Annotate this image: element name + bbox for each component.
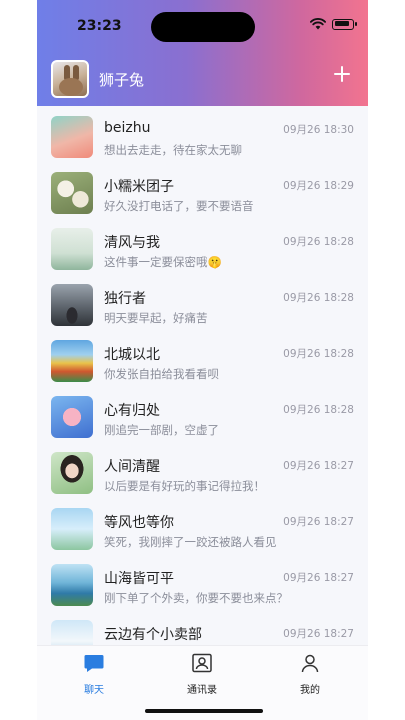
contact-name: 人间清醒	[104, 459, 160, 475]
chat-item[interactable]: 小糯米团子 09月26 18:29 好久没打电话了，要不要语音	[37, 164, 368, 220]
message-time: 09月26 18:28	[283, 236, 354, 248]
contact-name: 清风与我	[104, 235, 160, 251]
contact-avatar	[51, 564, 93, 606]
chat-item[interactable]: 等风也等你 09月26 18:27 笑死，我刚摔了一跤还被路人看见	[37, 500, 368, 556]
contacts-icon	[192, 653, 212, 673]
user-profile[interactable]: 狮子兔	[51, 60, 144, 98]
chat-item[interactable]: 山海皆可平 09月26 18:27 刚下单了个外卖，你要不要也来点？	[37, 556, 368, 612]
chat-item[interactable]: 北城以北 09月26 18:28 你发张自拍给我看看呗	[37, 332, 368, 388]
contact-avatar	[51, 172, 93, 214]
tab-contacts[interactable]: 通讯录	[172, 652, 232, 696]
chat-item[interactable]: 独行者 09月26 18:28 明天要早起，好痛苦	[37, 276, 368, 332]
message-time: 09月26 18:30	[283, 124, 354, 136]
tab-chat[interactable]: 聊天	[64, 652, 124, 696]
contact-avatar	[51, 340, 93, 382]
phone-screen: 23:23 狮子兔 beizhu 09月26 18:30 想出去走走，待在家太无…	[37, 0, 368, 720]
chat-item[interactable]: beizhu 09月26 18:30 想出去走走，待在家太无聊	[37, 108, 368, 164]
message-preview: 好久没打电话了，要不要语音	[104, 199, 254, 213]
message-preview: 刚下单了个外卖，你要不要也来点？	[104, 591, 288, 605]
message-preview: 笑死，我刚摔了一跤还被路人看见	[104, 535, 277, 549]
user-avatar[interactable]	[51, 60, 89, 98]
contact-name: 北城以北	[104, 347, 160, 363]
contact-name: 山海皆可平	[104, 571, 174, 587]
chat-item[interactable]: 心有归处 09月26 18:28 刚追完一部剧，空虚了	[37, 388, 368, 444]
contact-avatar	[51, 396, 93, 438]
contact-name: 小糯米团子	[104, 179, 174, 195]
message-preview: 你发张自拍给我看看呗	[104, 367, 219, 381]
contact-name: 云边有个小卖部	[104, 627, 202, 643]
contact-name: beizhu	[104, 120, 151, 136]
tab-label: 通讯录	[187, 685, 217, 696]
contact-name: 独行者	[104, 291, 146, 307]
home-indicator	[145, 709, 263, 713]
header: 23:23 狮子兔	[37, 0, 368, 106]
chat-icon	[84, 655, 104, 672]
contact-avatar	[51, 228, 93, 270]
message-preview: 这件事一定要保密哦🤫	[104, 255, 222, 269]
tab-label: 我的	[300, 685, 320, 696]
message-time: 09月26 18:29	[283, 180, 354, 192]
message-time: 09月26 18:27	[283, 460, 354, 472]
contact-avatar	[51, 508, 93, 550]
message-time: 09月26 18:27	[283, 628, 354, 640]
message-time: 09月26 18:28	[283, 404, 354, 416]
plus-icon[interactable]	[332, 64, 352, 84]
contact-name: 等风也等你	[104, 515, 174, 531]
contact-avatar	[51, 116, 93, 158]
message-time: 09月26 18:28	[283, 348, 354, 360]
wifi-icon	[310, 18, 326, 30]
tab-profile[interactable]: 我的	[280, 652, 340, 696]
profile-icon	[301, 654, 319, 673]
contact-avatar	[51, 284, 93, 326]
status-bar: 23:23	[37, 0, 368, 50]
message-preview: 刚追完一部剧，空虚了	[104, 423, 219, 437]
dynamic-island	[151, 12, 255, 42]
username: 狮子兔	[99, 70, 145, 89]
contact-avatar	[51, 452, 93, 494]
contact-name: 心有归处	[104, 403, 160, 419]
message-time: 09月26 18:28	[283, 292, 354, 304]
message-preview: 以后要是有好玩的事记得拉我！	[104, 479, 265, 493]
battery-icon	[332, 18, 357, 30]
status-time: 23:23	[77, 18, 122, 34]
tab-label: 聊天	[84, 685, 104, 696]
message-preview: 明天要早起，好痛苦	[104, 311, 208, 325]
message-time: 09月26 18:27	[283, 516, 354, 528]
status-icons	[310, 18, 357, 30]
chat-item[interactable]: 清风与我 09月26 18:28 这件事一定要保密哦🤫	[37, 220, 368, 276]
message-preview: 想出去走走，待在家太无聊	[104, 143, 242, 157]
message-time: 09月26 18:27	[283, 572, 354, 584]
chat-item[interactable]: 人间清醒 09月26 18:27 以后要是有好玩的事记得拉我！	[37, 444, 368, 500]
